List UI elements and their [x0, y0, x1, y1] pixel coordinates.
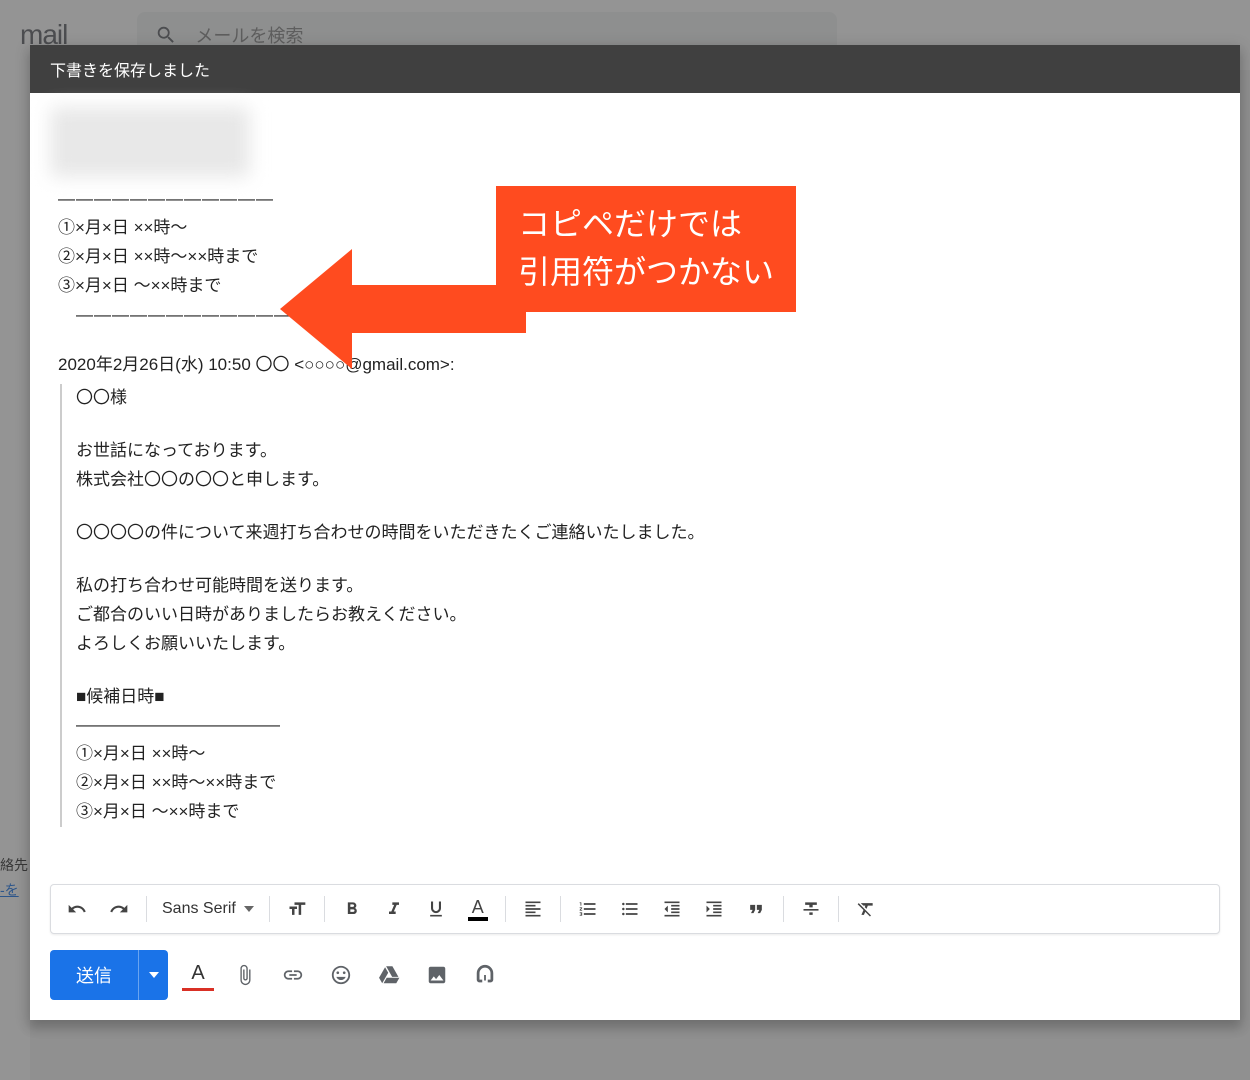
- undo-button[interactable]: [57, 889, 97, 929]
- italic-button[interactable]: [374, 889, 414, 929]
- compose-actions: 送信 A: [30, 940, 1240, 1020]
- annotation-callout: コピペだけでは 引用符がつかない: [310, 186, 796, 312]
- dialog-title: 下書きを保存しました: [30, 45, 1240, 93]
- quoted-line: 〇〇様: [76, 384, 1220, 413]
- annotation-text: コピペだけでは 引用符がつかない: [496, 186, 796, 312]
- quoted-line: ③×月×日 ～××時まで: [76, 798, 1220, 827]
- bulleted-list-button[interactable]: [610, 889, 650, 929]
- quoted-block: 〇〇様 お世話になっております。 株式会社〇〇の〇〇と申します。 〇〇〇〇の件に…: [60, 384, 1220, 827]
- align-button[interactable]: [513, 889, 553, 929]
- font-family-picker[interactable]: Sans Serif: [154, 900, 262, 918]
- bold-button[interactable]: [332, 889, 372, 929]
- indent-more-button[interactable]: [694, 889, 734, 929]
- numbered-list-button[interactable]: [568, 889, 608, 929]
- sidebar-fragment-link[interactable]: -を: [0, 880, 19, 900]
- confidential-mode-button[interactable]: [468, 958, 502, 992]
- redacted-recipient: [50, 107, 250, 177]
- quoted-line: ①×月×日 ××時～: [76, 740, 1220, 769]
- clear-formatting-button[interactable]: [846, 889, 886, 929]
- quoted-line: 私の打ち合わせ可能時間を送ります。: [76, 572, 1220, 601]
- font-family-label: Sans Serif: [162, 900, 236, 918]
- attach-file-button[interactable]: [228, 958, 262, 992]
- quoted-line: 株式会社〇〇の〇〇と申します。: [76, 466, 1220, 495]
- quoted-line: ■候補日時■: [76, 683, 1220, 712]
- quote-button[interactable]: [736, 889, 776, 929]
- quoted-line: お世話になっております。: [76, 437, 1220, 466]
- annotation-line: 引用符がつかない: [518, 248, 774, 296]
- format-toolbar: Sans Serif A: [50, 884, 1220, 934]
- reply-header: 2020年2月26日(水) 10:50 〇〇 <○○○○@gmail.com>:: [58, 351, 1220, 380]
- formatting-toggle-button[interactable]: A: [182, 959, 214, 991]
- send-button[interactable]: 送信: [50, 950, 138, 1000]
- chevron-down-icon: [149, 972, 159, 978]
- send-button-group: 送信: [50, 950, 168, 1000]
- strikethrough-button[interactable]: [791, 889, 831, 929]
- indent-less-button[interactable]: [652, 889, 692, 929]
- chevron-down-icon: [244, 906, 254, 912]
- underline-button[interactable]: [416, 889, 456, 929]
- insert-link-button[interactable]: [276, 958, 310, 992]
- insert-photo-button[interactable]: [420, 958, 454, 992]
- sidebar-fragment-label: 絡先: [0, 855, 28, 875]
- insert-emoji-button[interactable]: [324, 958, 358, 992]
- send-more-button[interactable]: [138, 950, 168, 1000]
- text-color-button[interactable]: A: [458, 889, 498, 929]
- quoted-line: ②×月×日 ××時～××時まで: [76, 769, 1220, 798]
- annotation-line: コピペだけでは: [518, 200, 774, 248]
- quoted-line: よろしくお願いいたします。: [76, 630, 1220, 659]
- quoted-line: ご都合のいい日時がありましたらお教えください。: [76, 601, 1220, 630]
- insert-drive-button[interactable]: [372, 958, 406, 992]
- sidebar: [0, 70, 30, 1080]
- redo-button[interactable]: [99, 889, 139, 929]
- quoted-line: 〇〇〇〇の件について来週打ち合わせの時間をいただきたくご連絡いたしました。: [76, 519, 1220, 548]
- search-icon: [155, 24, 177, 46]
- quoted-line: ――――――――――――: [76, 711, 1220, 740]
- font-size-button[interactable]: [277, 889, 317, 929]
